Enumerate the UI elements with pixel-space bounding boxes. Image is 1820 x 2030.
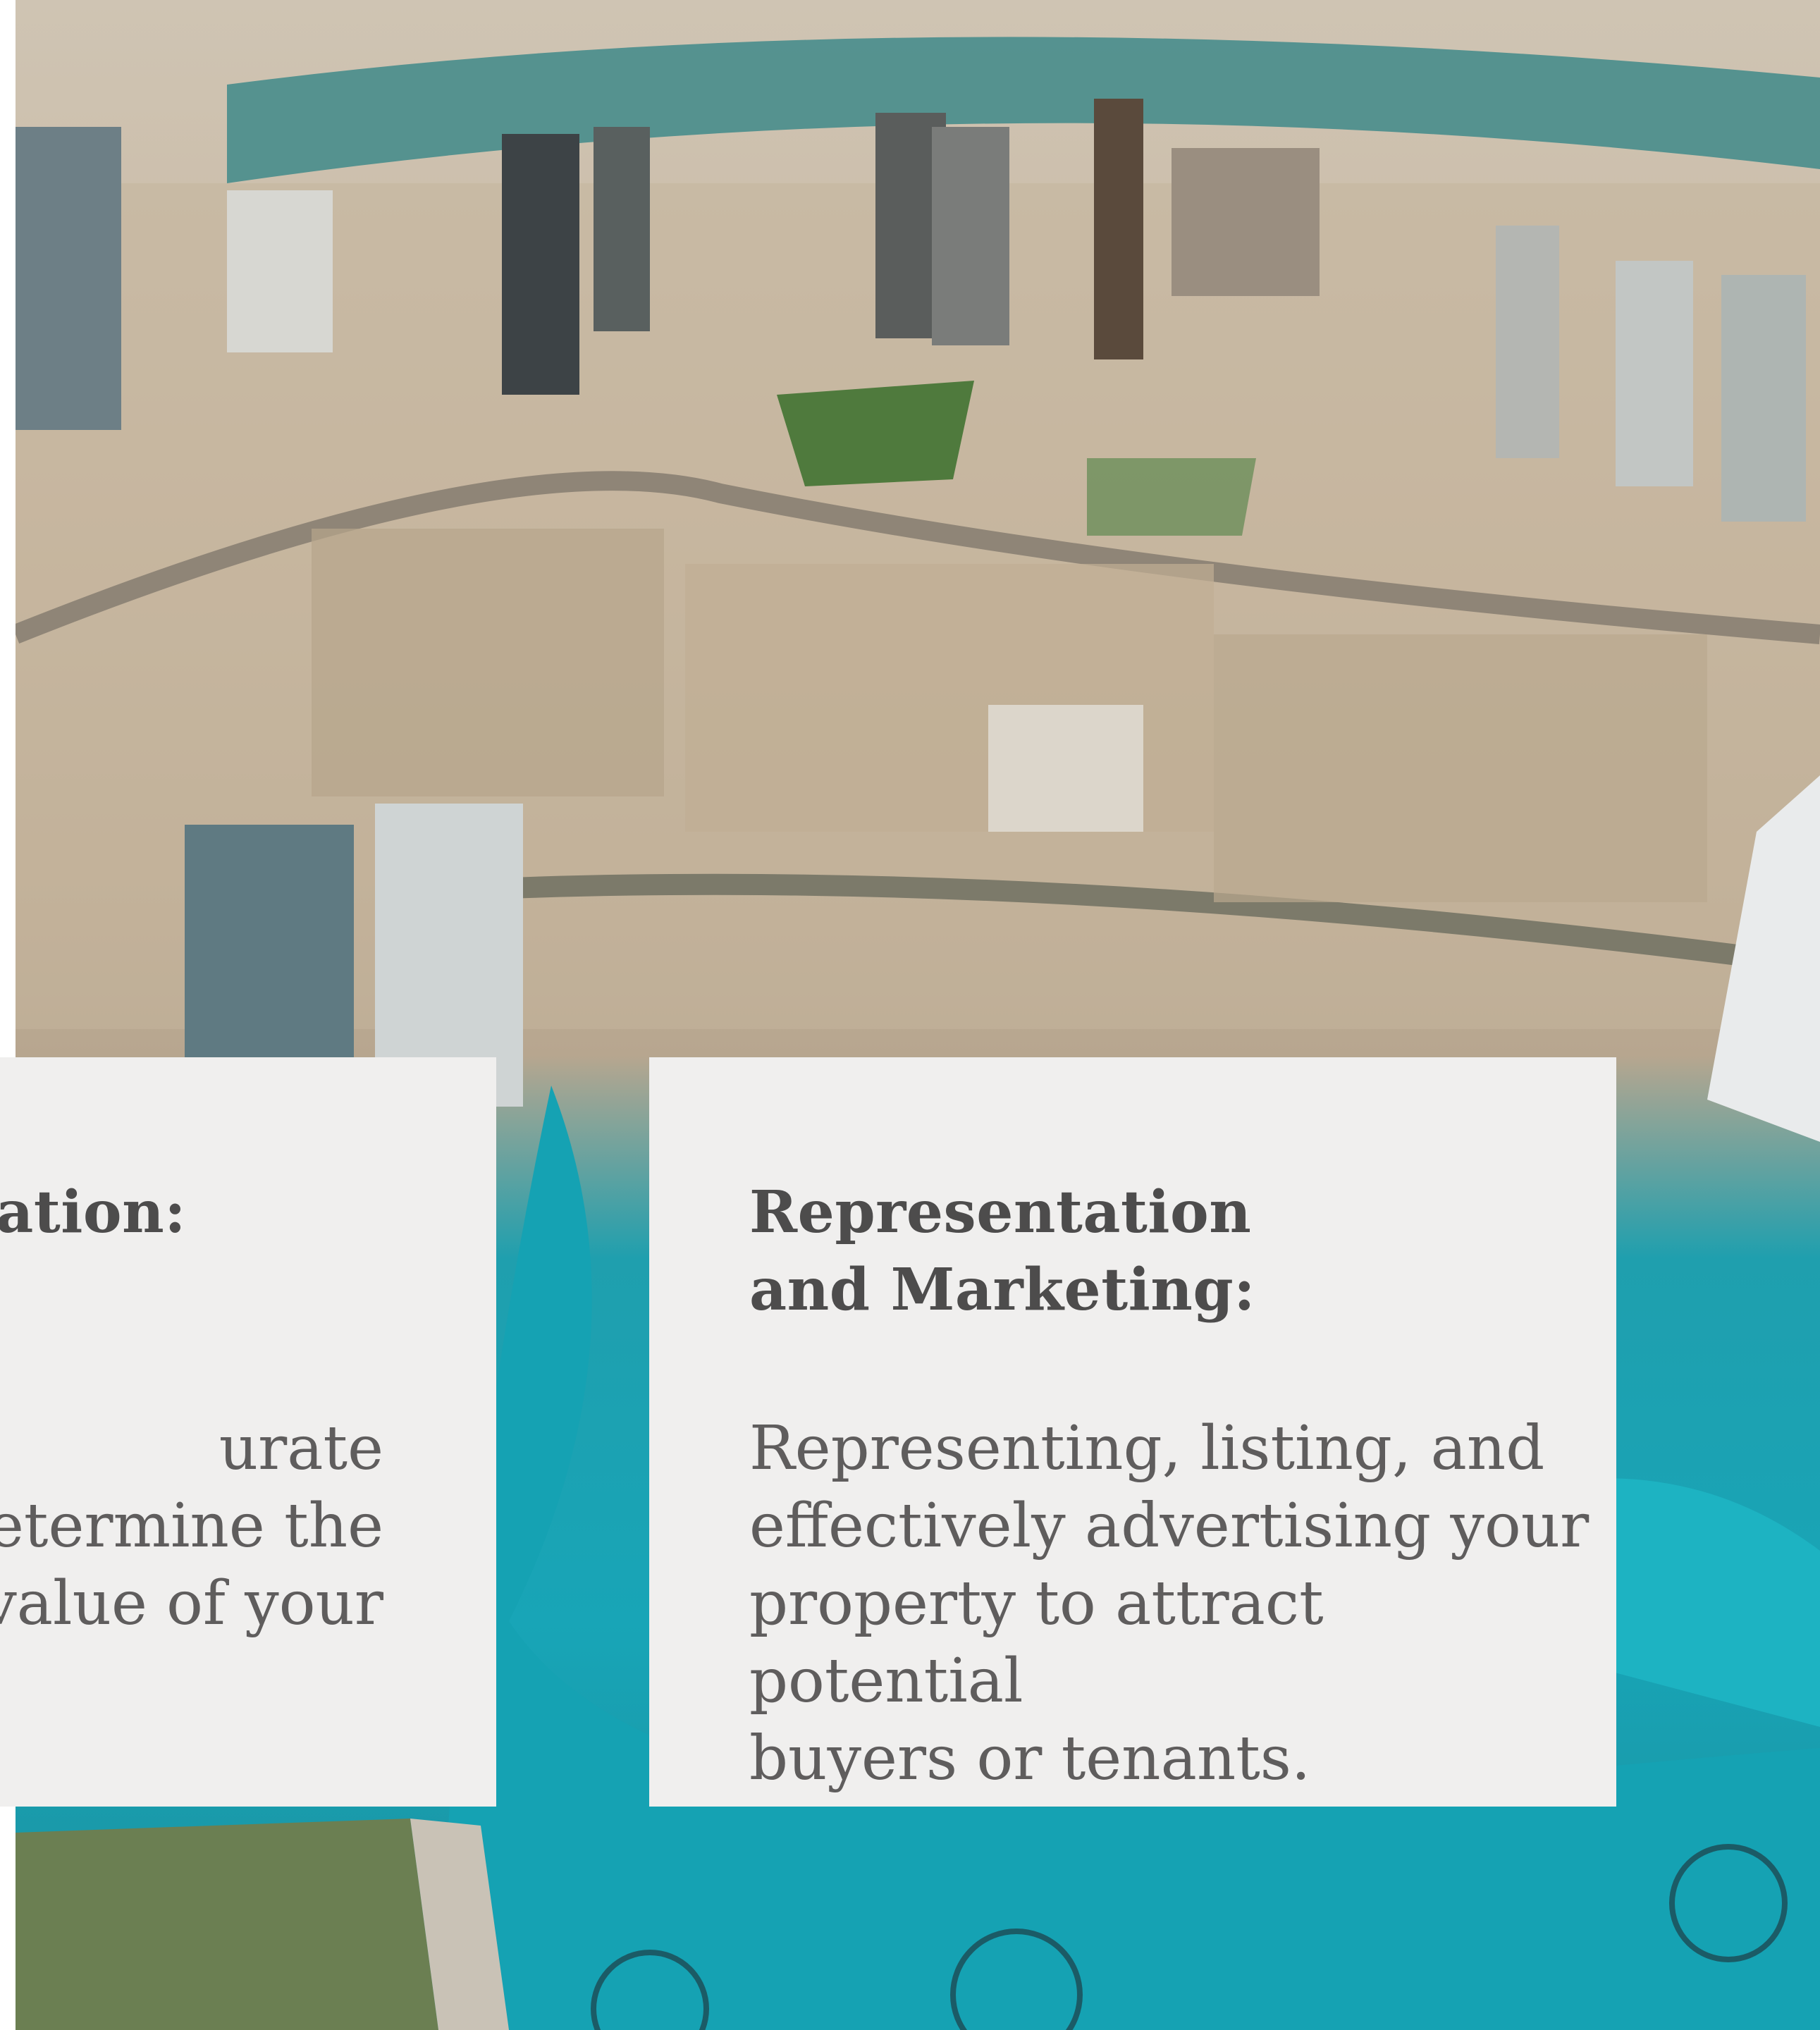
representation-marketing-card: Representation and Marketing: Representi…: [649, 1057, 1616, 1807]
representation-marketing-description: Representing, listing, and effectively a…: [749, 1413, 1590, 1794]
valuation-description: urate determine the l value of your: [0, 1413, 383, 1639]
valuation-card: uation: urate determine the l value of y…: [0, 1057, 496, 1807]
valuation-title: uation:: [0, 1179, 186, 1246]
representation-marketing-title: Representation and Marketing:: [749, 1179, 1255, 1324]
